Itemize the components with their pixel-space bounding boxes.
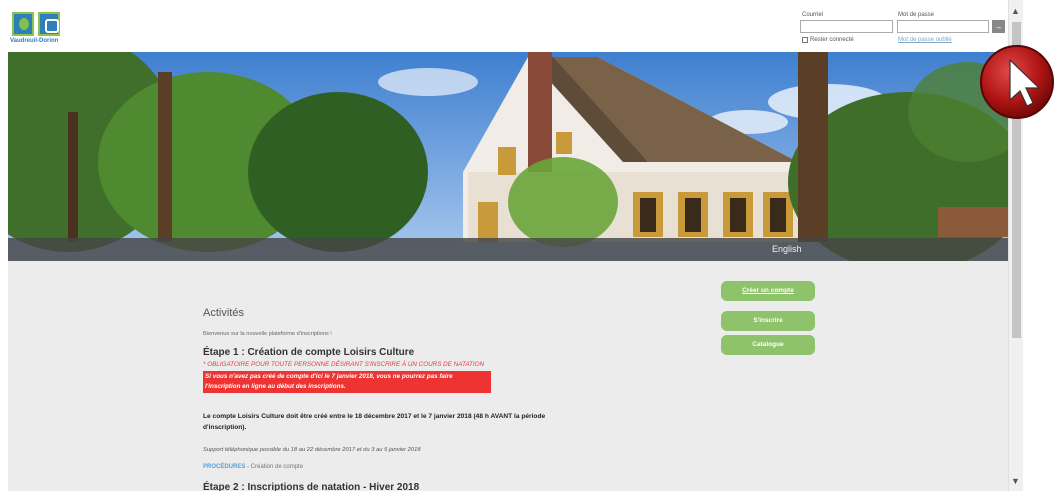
site-header: Vaudreuil-Dorion Courriel Mot de passe →… (0, 0, 1008, 52)
account-info-text: Le compte Loisirs Culture doit être créé… (203, 413, 546, 431)
step1-heading: Étape 1 : Création de compte Loisirs Cul… (203, 347, 415, 358)
language-bar: English (8, 238, 1008, 261)
hero-banner: English (8, 52, 1008, 261)
page: Vaudreuil-Dorion Courriel Mot de passe →… (0, 0, 1055, 491)
scroll-up-icon[interactable]: ▲ (1011, 6, 1020, 16)
email-field[interactable] (800, 20, 893, 33)
site-logo[interactable]: Vaudreuil-Dorion (10, 10, 68, 46)
catalog-button[interactable]: Catalogue (721, 335, 815, 355)
alert-line-1: Si vous n'avez pas créé de compte d'ici … (205, 373, 453, 380)
remember-label: Rester connecté (810, 37, 854, 43)
remember-me[interactable]: Rester connecté (802, 37, 854, 43)
support-text: Support téléphonique possible du 18 au 2… (203, 447, 421, 453)
tree-logo-icon (12, 12, 34, 36)
alert-line-2: l'inscription en ligne au début des insc… (205, 383, 346, 390)
scroll-down-icon[interactable]: ▼ (1011, 476, 1020, 486)
culture-logo-icon (38, 12, 60, 36)
house-photo (8, 52, 1008, 261)
login-form: Courriel Mot de passe → Rester connecté … (800, 10, 1005, 50)
login-submit-button[interactable]: → (992, 20, 1005, 33)
forgot-password-link[interactable]: Mot de passe oublié (898, 37, 952, 43)
procedures-text: - Création de compte (245, 464, 304, 470)
language-english-link[interactable]: English (772, 244, 802, 254)
step2-heading: Étape 2 : Inscriptions de natation - Hiv… (203, 482, 420, 491)
register-button[interactable]: S'inscrire (721, 311, 815, 331)
step1-mandatory-note: * OBLIGATOIRE POUR TOUTE PERSONNE DÉSIRA… (203, 361, 485, 368)
password-field[interactable] (897, 20, 989, 33)
main-content: Activités Bienvenue sur la nouvelle plat… (8, 261, 1008, 491)
page-title: Activités (203, 307, 244, 319)
procedures-link[interactable]: PROCÉDURES (203, 464, 245, 470)
procedures-line: PROCÉDURES - Création de compte (203, 464, 303, 470)
remember-checkbox[interactable] (802, 37, 808, 43)
step1-alert: Si vous n'avez pas créé de compte d'ici … (203, 371, 491, 393)
cursor-icon (980, 45, 1054, 119)
email-label: Courriel (802, 12, 824, 18)
welcome-text: Bienvenue sur la nouvelle plateforme d'i… (203, 331, 332, 337)
password-label: Mot de passe (898, 12, 935, 18)
logo-text: Vaudreuil-Dorion (10, 38, 59, 44)
create-account-button[interactable]: Créer un compte (721, 281, 815, 301)
